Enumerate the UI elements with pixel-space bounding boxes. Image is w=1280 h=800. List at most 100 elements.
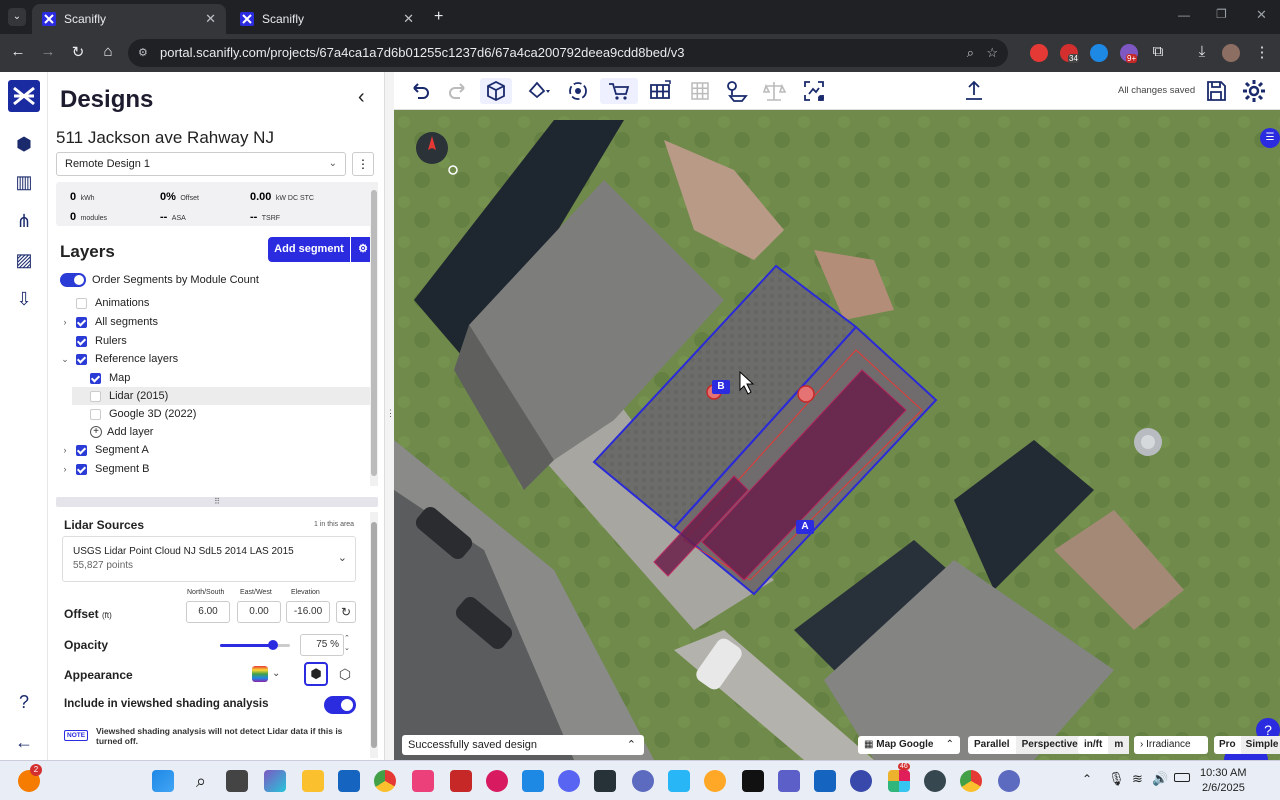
segment-b-checkbox[interactable] xyxy=(76,463,87,475)
panel-scrollbar[interactable] xyxy=(370,512,378,758)
photos-icon[interactable] xyxy=(412,770,434,792)
animations-checkbox[interactable] xyxy=(76,297,87,309)
app-r-icon[interactable] xyxy=(632,770,654,792)
clock-time[interactable]: 10:30 AM xyxy=(1200,767,1246,779)
lidar-checkbox[interactable] xyxy=(90,390,101,402)
store-icon[interactable] xyxy=(338,770,360,792)
zoom-icon[interactable]: ⌕ xyxy=(967,39,974,67)
simple-mode-button[interactable]: Simple xyxy=(1240,736,1280,754)
reload-icon[interactable]: ↻ xyxy=(68,43,88,61)
app-red-icon[interactable] xyxy=(450,770,472,792)
export-button[interactable] xyxy=(960,78,988,104)
design-cube-icon[interactable]: ⬢ xyxy=(12,132,36,156)
search-icon[interactable]: ⌕ xyxy=(190,770,212,792)
extension-blue-icon[interactable] xyxy=(1090,44,1108,62)
home-icon[interactable]: ⌂ xyxy=(98,43,118,60)
module-array-tool[interactable] xyxy=(686,78,714,104)
opacity-stepper-icon[interactable]: ⌃ ⌄ xyxy=(344,634,350,654)
google3d-checkbox[interactable] xyxy=(90,408,101,420)
tree-tool[interactable] xyxy=(722,78,750,104)
map-source-select[interactable]: ▦ Map Google ⌃ xyxy=(858,736,960,754)
layer-reference-layers[interactable]: ⌄ Reference layers xyxy=(60,350,390,368)
battery-icon[interactable] xyxy=(1174,773,1190,782)
profile-avatar[interactable] xyxy=(1222,44,1240,62)
slack-icon[interactable]: 46 xyxy=(888,763,910,792)
extensions-puzzle-icon[interactable]: ⧉ xyxy=(1148,43,1168,60)
minimize-window-icon[interactable]: — xyxy=(1178,8,1190,22)
wifi-icon[interactable]: ≋ xyxy=(1132,771,1143,787)
design-select[interactable]: Remote Design 1 ⌄ xyxy=(56,152,346,176)
offset-ns-input[interactable]: 6.00 xyxy=(186,601,230,623)
layer-segment-b[interactable]: › Segment B xyxy=(60,460,390,478)
order-segments-toggle[interactable] xyxy=(60,273,86,287)
scanifly-logo[interactable] xyxy=(8,80,40,112)
bar-chart-icon[interactable]: ▥ xyxy=(12,170,36,194)
new-tab-button[interactable]: + xyxy=(434,8,443,26)
pro-mode-button[interactable]: Pro xyxy=(1214,736,1241,754)
metric-units-button[interactable]: m xyxy=(1108,736,1130,754)
parallel-mode-button[interactable]: Parallel xyxy=(968,736,1016,754)
chevron-up-icon[interactable]: ⌃ xyxy=(627,735,636,755)
import-icon[interactable]: ⇩ xyxy=(12,287,36,311)
focus-capture-tool[interactable] xyxy=(800,78,828,104)
app-dark-icon[interactable] xyxy=(742,770,764,792)
redo-button[interactable] xyxy=(444,78,472,104)
perspective-mode-button[interactable]: Perspective xyxy=(1015,736,1084,754)
file-explorer-icon[interactable] xyxy=(302,770,324,792)
discord-icon[interactable] xyxy=(558,770,580,792)
point-cloud-view-button[interactable]: ⬡ xyxy=(335,664,355,684)
clock-date[interactable]: 2/6/2025 xyxy=(1202,782,1245,794)
bookmark-star-icon[interactable]: ☆ xyxy=(986,39,998,67)
tray-chevron-icon[interactable]: ⌃ xyxy=(1082,772,1092,786)
app-circle-icon[interactable] xyxy=(850,770,872,792)
lidar-source-select[interactable]: USGS Lidar Point Cloud NJ SdL5 2014 LAS … xyxy=(62,536,356,582)
opacity-slider-thumb[interactable] xyxy=(267,640,278,650)
design-more-icon[interactable]: ⋮ xyxy=(352,152,374,176)
solid-cube-view-button[interactable]: ⬢ xyxy=(304,662,328,686)
close-window-icon[interactable]: ✕ xyxy=(1256,7,1267,23)
panel-resize-handle[interactable]: ⠿ xyxy=(56,497,378,507)
app-duck-icon[interactable] xyxy=(704,770,726,792)
extension-red-icon[interactable] xyxy=(1030,44,1048,62)
site-info-icon[interactable]: ⚙ xyxy=(138,39,148,67)
tab-scanifly-2[interactable]: Scanifly ✕ xyxy=(230,4,424,34)
back-arrow-icon[interactable]: ← xyxy=(12,730,36,754)
undo-button[interactable] xyxy=(406,78,434,104)
close-tab-icon[interactable]: ✕ xyxy=(205,11,216,27)
obstruction-tool[interactable] xyxy=(600,78,638,104)
task-view-icon[interactable] xyxy=(226,770,248,792)
irradiance-button[interactable]: › Irradiance xyxy=(1134,736,1208,754)
opacity-slider[interactable] xyxy=(220,640,290,650)
collapse-panel-icon[interactable]: ‹ xyxy=(358,86,365,109)
map-layers-menu-icon[interactable]: ☰ xyxy=(1260,128,1280,148)
viewshed-toggle[interactable] xyxy=(324,696,356,714)
extension-badge-icon[interactable]: 34 xyxy=(1060,44,1079,63)
copilot-icon[interactable] xyxy=(264,770,286,792)
app-gear-icon[interactable] xyxy=(998,770,1020,792)
offset-el-input[interactable]: -16.00 xyxy=(286,601,330,623)
back-icon[interactable]: ← xyxy=(8,43,28,60)
close-tab-icon[interactable]: ✕ xyxy=(403,11,414,27)
teams-icon[interactable] xyxy=(778,770,800,792)
snipping-tool-icon[interactable] xyxy=(668,770,690,792)
download-icon[interactable]: ⤓ xyxy=(1192,43,1212,60)
map-checkbox[interactable] xyxy=(90,372,101,384)
chevron-down-icon[interactable]: ⌄ xyxy=(60,354,70,365)
save-button[interactable] xyxy=(1202,78,1230,104)
share-icon[interactable]: ⋔ xyxy=(12,209,36,233)
windows-start-icon[interactable] xyxy=(152,770,174,792)
app-pen-icon[interactable] xyxy=(924,770,946,792)
rulers-checkbox[interactable] xyxy=(76,335,87,347)
scrollbar-thumb[interactable] xyxy=(371,190,377,476)
image-icon[interactable]: ▨ xyxy=(12,248,36,272)
layer-lidar[interactable]: Lidar (2015) xyxy=(72,387,377,405)
extension-purple-icon[interactable]: 9+ xyxy=(1120,44,1138,63)
chevron-right-icon[interactable]: › xyxy=(60,464,70,474)
panel-scrollbar-upper[interactable] xyxy=(370,182,378,486)
panel-splitter[interactable]: ⋮ xyxy=(384,72,395,760)
app-record-icon[interactable] xyxy=(486,770,508,792)
help-icon[interactable]: ? xyxy=(12,690,36,714)
reset-offset-icon[interactable]: ↻ xyxy=(336,601,356,623)
layer-animations[interactable]: Animations xyxy=(76,294,406,312)
terminal-icon[interactable] xyxy=(594,770,616,792)
